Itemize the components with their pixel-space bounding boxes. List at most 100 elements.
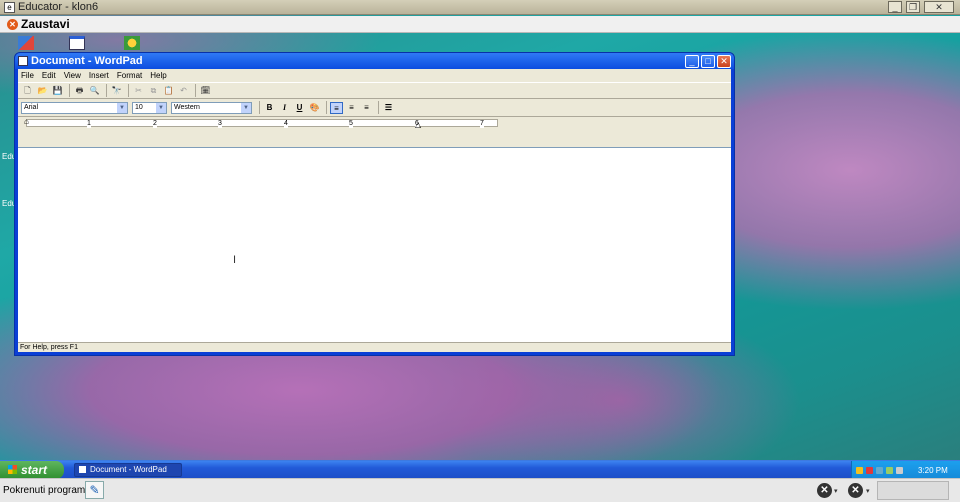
educator-toolbar: ✕ Zaustavi [0,16,960,33]
font-size-select[interactable]: 10 ▼ [132,101,167,114]
ruler-track: 1 2 3 4 5 6 7 [26,119,498,128]
cut-icon[interactable]: ✂ [132,85,145,96]
taskbar: start Document - WordPad 3:20 PM [0,460,960,479]
toolbar-divider [128,84,129,97]
toolbar-divider [69,84,70,97]
align-center-icon[interactable]: ≡ [345,102,358,114]
standard-toolbar: 🗋 📂 💾 🖶 🔍 🔭 ✂ ⧉ 📋 ↶ 🗓 [18,82,731,99]
ruler-number: 3 [218,120,222,128]
toolbar-divider [326,101,327,114]
wordpad-body: File Edit View Insert Format Help 🗋 📂 💾 … [18,69,731,352]
chevron-down-icon[interactable]: ▼ [117,102,127,113]
system-tray: 3:20 PM [851,461,960,479]
copy-icon[interactable]: ⧉ [147,85,160,96]
wordpad-icon [79,466,86,474]
restore-icon[interactable]: ❐ [906,1,920,13]
running-programs-label: Pokrenuti programi: [3,485,91,496]
clock[interactable]: 3:20 PM [918,466,948,475]
font-select[interactable]: Arial ▼ [21,101,128,114]
menu-file[interactable]: File [21,71,34,80]
wordpad-title-bar[interactable]: Document - WordPad [15,53,734,69]
ruler-number: 7 [480,120,484,128]
taskbar-item-wordpad[interactable]: Document - WordPad [74,463,182,477]
status-text: For Help, press F1 [20,344,78,351]
print-preview-icon[interactable]: 🔍 [88,85,101,96]
pen-icon[interactable]: ✎ [85,481,104,499]
ruler-number: 1 [87,120,91,128]
toolbar-divider [378,101,379,114]
running-programs-bar: Pokrenuti programi: ✎ ✕ ▾ ✕ ▾ [0,478,960,502]
menu-bar: File Edit View Insert Format Help [18,69,731,82]
wordpad-window: Document - WordPad _ □ ✕ File Edit View … [14,52,735,356]
italic-button[interactable]: I [278,102,291,114]
close-session-icon[interactable]: ✕ [848,483,863,498]
undo-icon[interactable]: ↶ [177,85,190,96]
security-icon[interactable] [856,466,863,474]
indent-marker-icon[interactable]: ⌂ [24,117,29,126]
print-icon[interactable]: 🖶 [73,85,86,96]
toolbar-divider [106,84,107,97]
desktop-network-icon[interactable] [124,36,140,50]
status-bar: For Help, press F1 [18,342,731,352]
text-cursor-icon: I [233,254,237,266]
toolbar-divider [259,101,260,114]
date-time-icon[interactable]: 🗓 [199,85,212,96]
menu-insert[interactable]: Insert [89,71,109,80]
stop-icon[interactable]: ✕ [7,18,18,30]
color-icon[interactable]: 🎨 [308,102,321,114]
start-button[interactable]: start [0,461,64,479]
save-icon[interactable]: 💾 [51,85,64,96]
script-select[interactable]: Western ▼ [171,101,252,114]
desktop-window-icon[interactable] [69,36,85,50]
chevron-down-icon[interactable]: ▾ [866,487,870,495]
script-value: Western [174,103,200,111]
outer-title-bar: e Educator - klon6 _ ❐ ✕ [0,0,960,15]
wordpad-icon [18,56,28,66]
find-icon[interactable]: 🔭 [110,85,123,96]
minimize-icon[interactable]: _ [888,1,902,13]
document-editor[interactable]: I [18,147,731,342]
font-value: Arial [24,103,39,111]
toolbar-divider [195,84,196,97]
monitor-icon[interactable] [896,466,903,474]
wordpad-title: Document - WordPad [31,55,143,67]
menu-edit[interactable]: Edit [42,71,56,80]
bold-button[interactable]: B [263,102,276,114]
desktop-shortcut-icon[interactable] [18,36,34,50]
windows-logo-icon [8,465,17,474]
antivirus-icon[interactable] [866,466,873,474]
maximize-icon[interactable]: □ [701,55,715,68]
align-left-icon[interactable]: ≡ [330,101,343,114]
disconnect-icon[interactable]: ✕ [817,483,832,498]
open-icon[interactable]: 📂 [36,85,49,96]
outer-window-title: Educator - klon6 [18,1,99,13]
status-box [877,481,949,500]
ruler-number: 4 [284,120,288,128]
start-label: start [21,463,48,477]
ruler[interactable]: 1 2 3 4 5 6 7 ⌂ △ [18,117,731,129]
chevron-down-icon[interactable]: ▼ [241,102,251,113]
ruler-number: 5 [349,120,353,128]
paste-icon[interactable]: 📋 [162,85,175,96]
right-indent-marker-icon[interactable]: △ [415,120,421,129]
chevron-down-icon[interactable]: ▼ [156,102,166,113]
chevron-down-icon[interactable]: ▾ [834,487,838,495]
bullets-icon[interactable]: ☰ [382,102,395,114]
close-icon[interactable]: ✕ [924,1,954,13]
format-toolbar: Arial ▼ 10 ▼ Western ▼ B I U 🎨 ≡ ≡ ≡ ☰ [18,99,731,117]
educator-app-icon: e [4,1,15,13]
new-icon[interactable]: 🗋 [21,85,34,96]
close-icon[interactable]: ✕ [717,55,731,68]
menu-help[interactable]: Help [150,71,166,80]
menu-format[interactable]: Format [117,71,142,80]
minimize-icon[interactable]: _ [685,55,699,68]
network-icon[interactable] [876,466,883,474]
font-size-value: 10 [135,103,143,111]
underline-button[interactable]: U [293,102,306,114]
align-right-icon[interactable]: ≡ [360,102,373,114]
taskbar-item-label: Document - WordPad [90,465,167,474]
menu-view[interactable]: View [64,71,81,80]
stop-button[interactable]: Zaustavi [21,17,70,31]
volume-icon[interactable] [886,466,893,474]
ruler-number: 2 [153,120,157,128]
